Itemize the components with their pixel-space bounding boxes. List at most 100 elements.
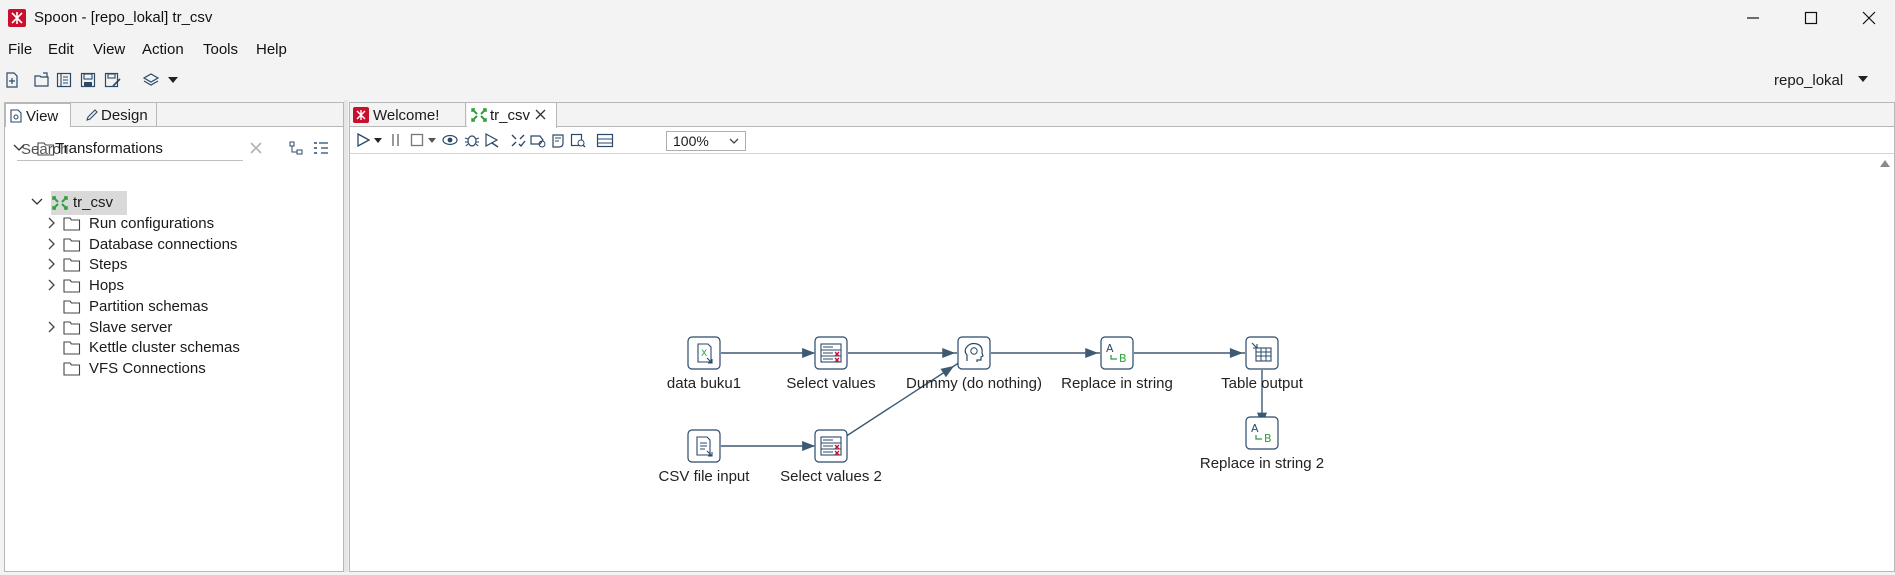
transformation-icon bbox=[52, 196, 68, 210]
repository-name[interactable]: repo_lokal bbox=[1774, 72, 1843, 89]
folder-icon bbox=[63, 320, 81, 335]
step-data-buku1[interactable]: X bbox=[687, 336, 721, 370]
show-results-icon[interactable] bbox=[596, 133, 614, 148]
step-select-values-2[interactable] bbox=[814, 429, 848, 463]
minimize-icon bbox=[1747, 17, 1759, 19]
tree-item-label: Kettle cluster schemas bbox=[89, 339, 240, 357]
collapse-all-icon[interactable] bbox=[289, 141, 305, 155]
menu-action[interactable]: Action bbox=[142, 41, 184, 58]
repository-dropdown-icon[interactable] bbox=[1858, 76, 1868, 82]
tab-view[interactable]: View bbox=[5, 103, 71, 127]
expand-all-icon[interactable] bbox=[313, 141, 329, 155]
tab-tr-csv[interactable]: tr_csv bbox=[467, 103, 557, 128]
step-box[interactable] bbox=[957, 336, 991, 370]
dropdown-caret-icon[interactable] bbox=[168, 77, 178, 83]
step-select-values[interactable] bbox=[814, 336, 848, 370]
tab-view-label: View bbox=[26, 108, 59, 125]
sql-icon[interactable] bbox=[550, 133, 566, 148]
step-label: data buku1 bbox=[666, 375, 742, 392]
hop-select_values_2-to-dummy[interactable] bbox=[844, 361, 961, 438]
explore-repository-icon[interactable] bbox=[56, 72, 72, 88]
analyze-impact-icon[interactable] bbox=[530, 133, 546, 148]
minimize-button[interactable] bbox=[1724, 0, 1782, 36]
close-button[interactable] bbox=[1840, 0, 1895, 36]
chevron-down-icon[interactable] bbox=[13, 143, 25, 153]
explore-db-icon[interactable] bbox=[570, 133, 586, 148]
svg-text:A: A bbox=[1106, 342, 1114, 355]
chevron-right-icon[interactable] bbox=[47, 258, 57, 270]
chevron-right-icon[interactable] bbox=[47, 238, 57, 250]
maximize-button[interactable] bbox=[1782, 0, 1840, 36]
preview-icon[interactable] bbox=[442, 133, 458, 147]
tree-item-label: Database connections bbox=[89, 235, 238, 253]
tree-item-label: Run configurations bbox=[89, 215, 215, 232]
chevron-down-icon bbox=[729, 138, 739, 144]
stop-icon[interactable] bbox=[410, 133, 424, 147]
open-file-icon[interactable] bbox=[34, 72, 50, 88]
menu-edit[interactable]: Edit bbox=[48, 41, 74, 58]
close-icon[interactable] bbox=[535, 109, 546, 120]
tab-welcome-label: Welcome! bbox=[373, 107, 440, 124]
view-icon bbox=[10, 109, 22, 123]
step-label: Dummy (do nothing) bbox=[906, 375, 1042, 392]
hop-arrow-icon bbox=[802, 348, 816, 358]
chevron-down-icon[interactable] bbox=[31, 197, 43, 207]
tree-item-label: Steps bbox=[89, 256, 128, 274]
menu-tools[interactable]: Tools bbox=[203, 41, 238, 58]
menu-file[interactable]: File bbox=[8, 41, 32, 58]
tab-design[interactable]: Design bbox=[81, 103, 157, 127]
folder-icon bbox=[63, 341, 81, 355]
folder-icon bbox=[63, 217, 81, 231]
save-as-icon[interactable] bbox=[104, 72, 122, 88]
menu-view[interactable]: View bbox=[93, 41, 125, 58]
transformation-graph[interactable]: X AB AB bbox=[350, 155, 1876, 571]
zoom-value: 100% bbox=[673, 133, 709, 149]
vertical-scrollbar[interactable] bbox=[1876, 155, 1894, 571]
tree-item-label: Transformations bbox=[55, 140, 163, 157]
run-icon[interactable] bbox=[356, 133, 370, 147]
scroll-up-icon[interactable] bbox=[1880, 159, 1890, 167]
chevron-right-icon[interactable] bbox=[47, 217, 57, 229]
window-title: Spoon - [repo_lokal] tr_csv bbox=[34, 9, 213, 26]
chevron-right-icon[interactable] bbox=[47, 279, 57, 291]
verify-icon[interactable] bbox=[510, 133, 526, 148]
step-replace-in-string-2[interactable]: AB bbox=[1245, 416, 1279, 450]
tree-item-label: VFS Connections bbox=[89, 359, 206, 377]
hop-arrow-icon bbox=[942, 348, 956, 358]
zoom-select[interactable]: 100% bbox=[666, 131, 746, 151]
spoon-logo-icon bbox=[8, 9, 26, 27]
step-table-output[interactable] bbox=[1245, 336, 1279, 370]
chevron-right-icon[interactable] bbox=[47, 321, 57, 333]
replay-icon[interactable] bbox=[484, 133, 500, 148]
stop-options-icon[interactable] bbox=[428, 138, 436, 143]
pause-icon[interactable] bbox=[390, 133, 402, 147]
transformation-canvas[interactable]: X AB AB data buku1 Select values Dummy (do n… bbox=[350, 155, 1876, 571]
step-box[interactable] bbox=[1245, 336, 1279, 370]
editor-panel: Welcome! tr_csv 100% X AB AB data buku1 Sel… bbox=[349, 102, 1895, 572]
run-options-icon[interactable] bbox=[374, 138, 382, 143]
clear-search-icon[interactable] bbox=[249, 141, 263, 155]
hop-arrow-icon bbox=[1085, 348, 1099, 358]
debug-icon[interactable] bbox=[464, 133, 480, 148]
transformation-icon bbox=[471, 108, 487, 122]
title-bar: Spoon - [repo_lokal] tr_csv bbox=[0, 0, 1895, 36]
step-label: Select values bbox=[786, 375, 876, 392]
panel-splitter[interactable] bbox=[344, 100, 348, 572]
step-label: Select values 2 bbox=[780, 468, 882, 485]
step-label: Replace in string bbox=[1061, 375, 1173, 392]
step-replace-in-string[interactable]: AB bbox=[1100, 336, 1134, 370]
menu-help[interactable]: Help bbox=[256, 41, 287, 58]
new-file-icon[interactable] bbox=[4, 72, 20, 88]
explorer-tabs: View Design bbox=[5, 103, 343, 127]
step-csv-input[interactable] bbox=[687, 429, 721, 463]
explorer-panel: View Design Transformations tr_csv Run c… bbox=[4, 102, 344, 572]
tree-item-label: Slave server bbox=[89, 318, 173, 336]
tree-item-label: tr_csv bbox=[73, 194, 114, 211]
step-dummy[interactable] bbox=[957, 336, 991, 370]
layers-icon[interactable] bbox=[142, 72, 160, 88]
save-icon[interactable] bbox=[80, 72, 96, 88]
folder-icon bbox=[63, 362, 81, 376]
step-label: Table output bbox=[1221, 375, 1303, 392]
maximize-icon bbox=[1804, 11, 1818, 25]
tab-welcome[interactable]: Welcome! bbox=[350, 103, 466, 127]
